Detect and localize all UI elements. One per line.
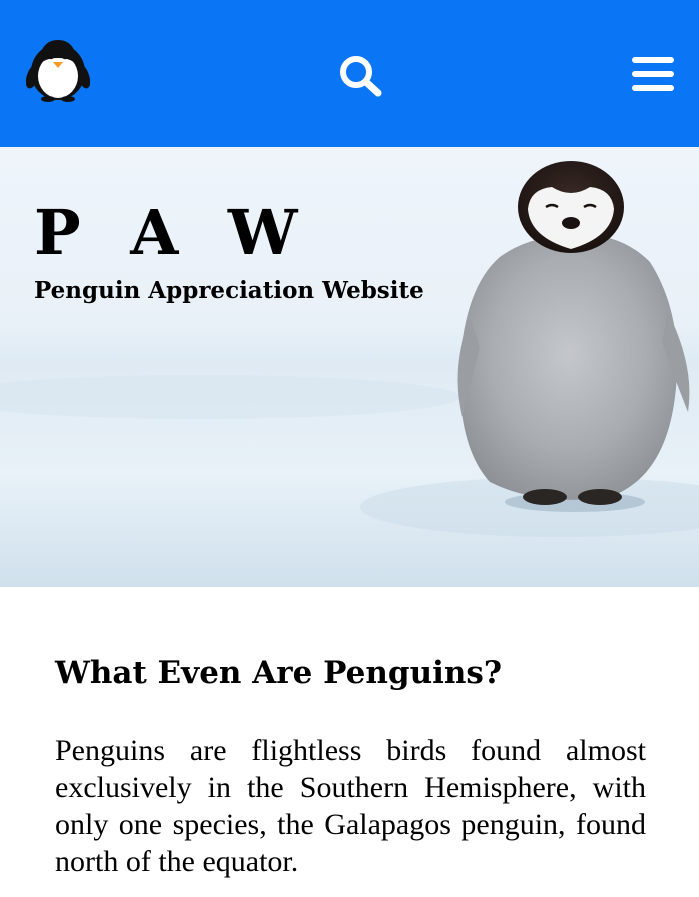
section-heading: What Even Are Penguins? xyxy=(55,655,503,691)
main-content: What Even Are Penguins? Penguins are fli… xyxy=(0,587,699,897)
hamburger-menu-icon[interactable] xyxy=(632,56,674,92)
hero-title: P A W xyxy=(34,196,312,269)
hero-banner: P A W Penguin Appreciation Website xyxy=(0,147,699,587)
site-header xyxy=(0,0,699,147)
section-paragraph: Penguins are flightless birds found almo… xyxy=(55,734,646,878)
hero-subtitle: Penguin Appreciation Website xyxy=(34,277,424,304)
penguin-logo-icon[interactable] xyxy=(25,36,91,102)
search-icon[interactable] xyxy=(338,54,384,98)
